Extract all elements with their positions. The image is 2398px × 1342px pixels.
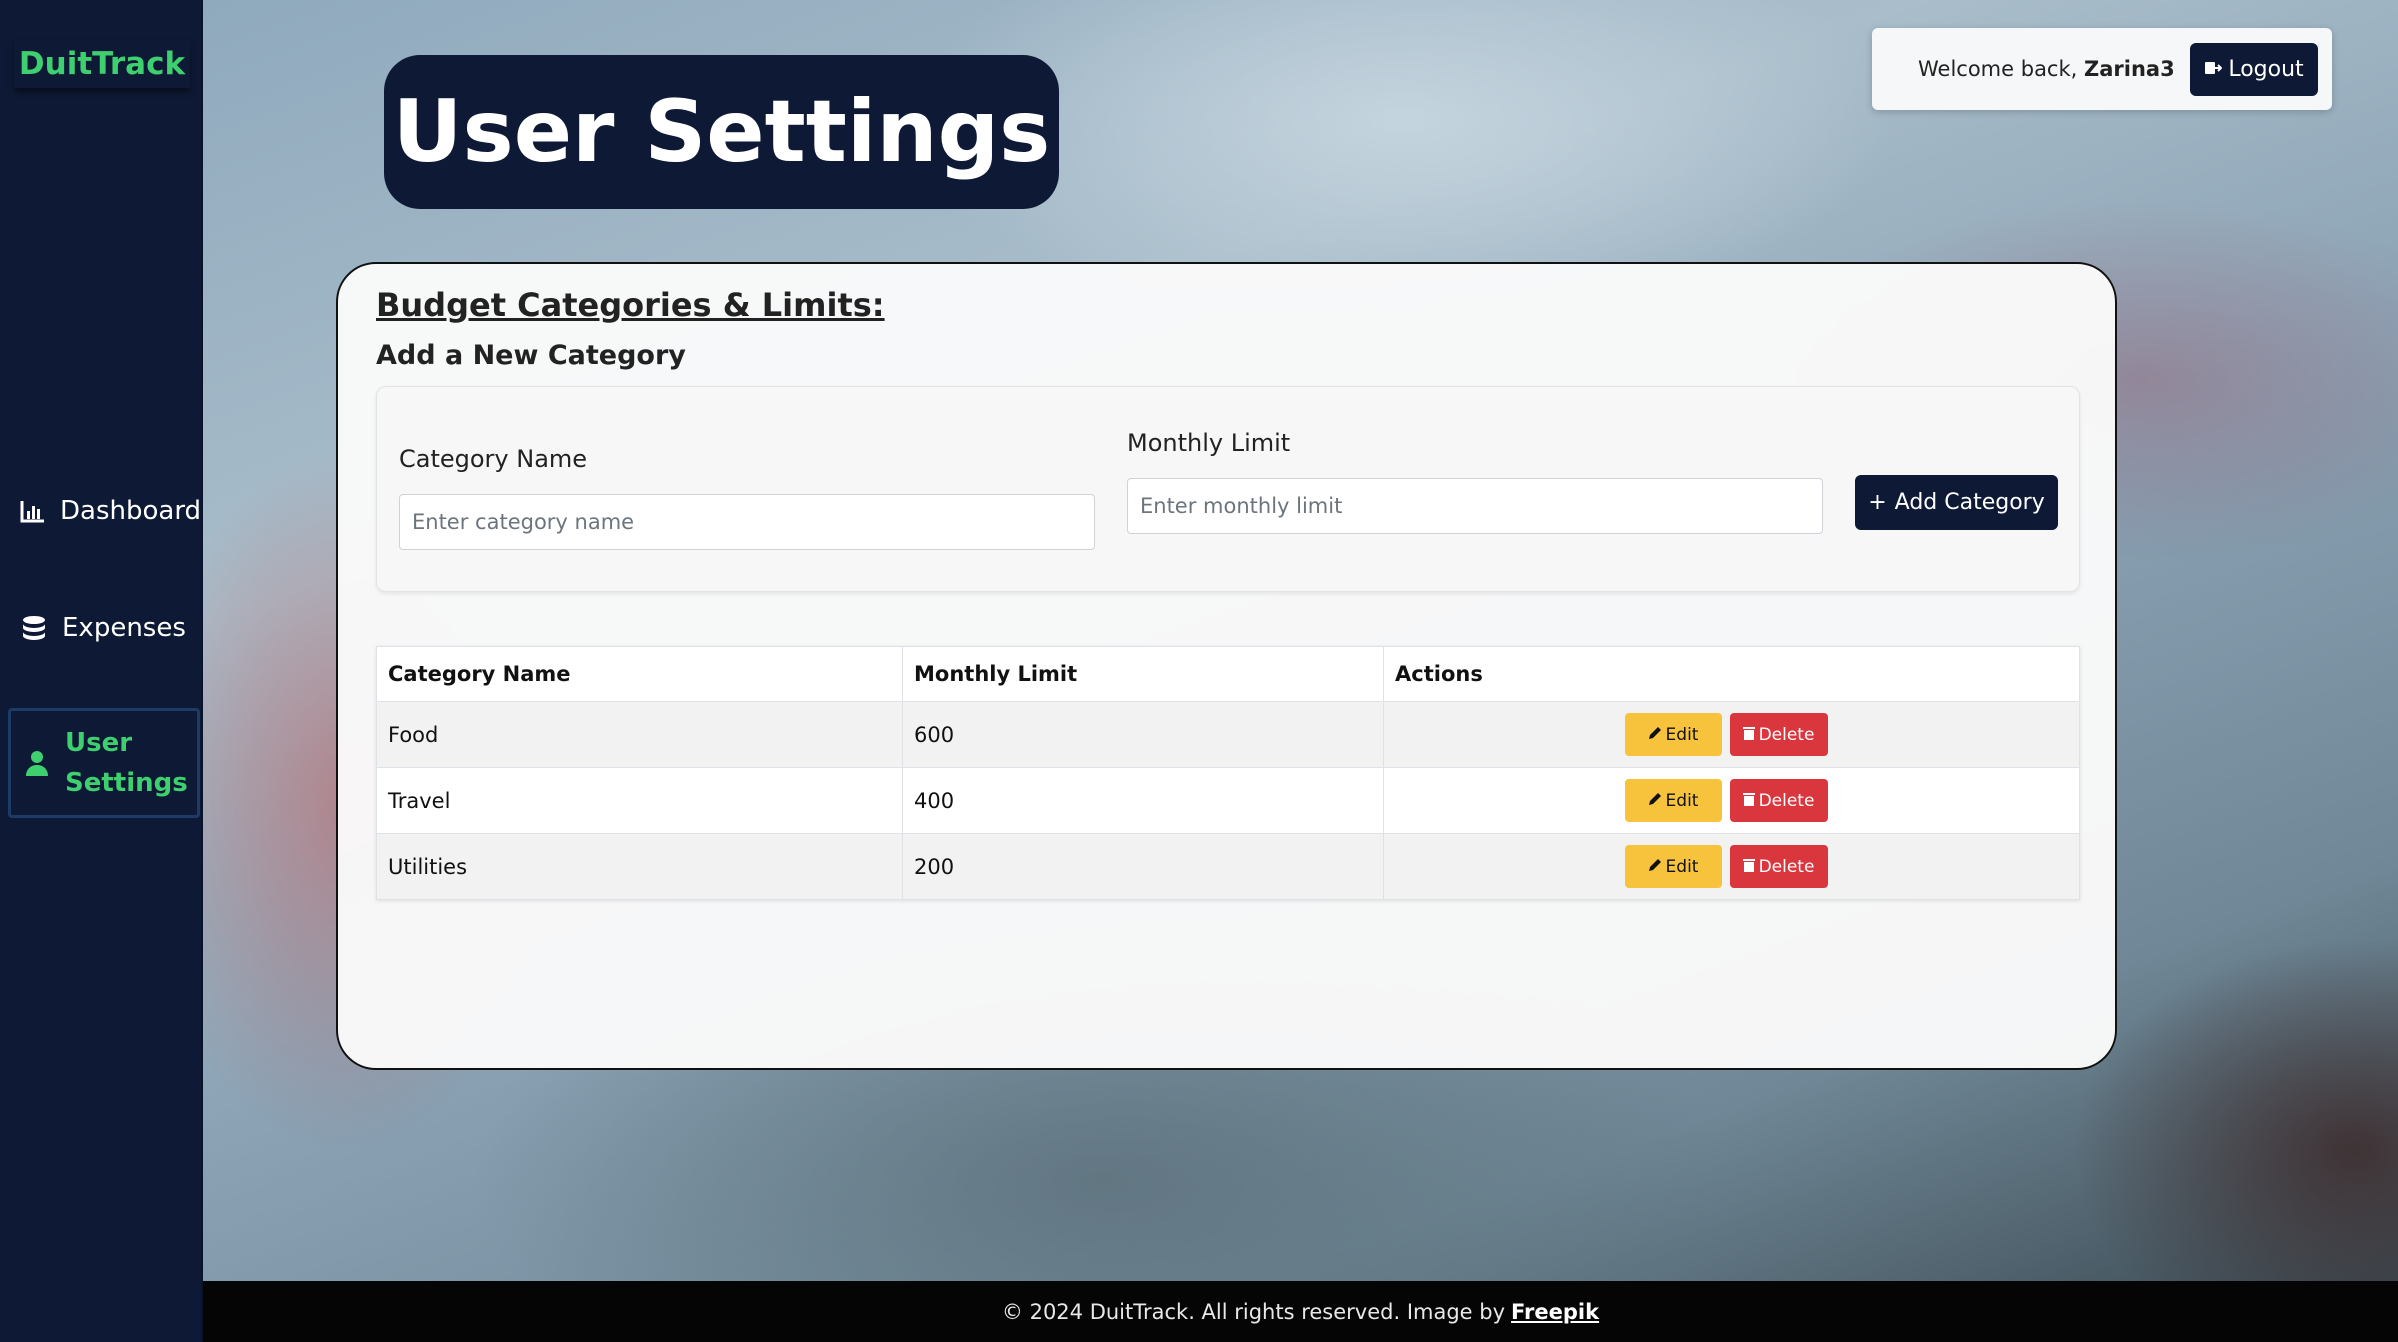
- add-category-subtitle: Add a New Category: [376, 340, 686, 371]
- brand-logo[interactable]: DuitTrack: [14, 40, 190, 88]
- pencil-icon: [1648, 725, 1662, 745]
- sidebar-item-label: Expenses: [62, 613, 186, 643]
- category-name-label: Category Name: [399, 445, 588, 473]
- delete-label: Delete: [1758, 856, 1815, 877]
- edit-label: Edit: [1665, 856, 1699, 877]
- table-row: Utilities 200 Edit Delete: [376, 833, 2080, 900]
- pencil-icon: [1648, 857, 1662, 877]
- actions-cell: Edit Delete: [1383, 767, 2080, 834]
- username: Zarina3: [2084, 57, 2175, 81]
- delete-label: Delete: [1758, 790, 1815, 811]
- edit-button[interactable]: Edit: [1624, 845, 1722, 888]
- table-row: Food 600 Edit Delete: [376, 701, 2080, 768]
- welcome-prefix: Welcome back,: [1918, 57, 2078, 81]
- category-name-input[interactable]: [399, 494, 1095, 550]
- edit-label: Edit: [1665, 790, 1699, 811]
- trash-icon: [1742, 725, 1755, 745]
- delete-label: Delete: [1758, 724, 1815, 745]
- section-title: Budget Categories & Limits:: [376, 286, 885, 324]
- freepik-link[interactable]: Freepik: [1511, 1300, 1599, 1324]
- monthly-limit-input[interactable]: [1127, 478, 1823, 534]
- bar-chart-icon: [20, 497, 46, 525]
- add-category-form: Category Name Monthly Limit + Add Catego…: [376, 386, 2080, 592]
- add-category-button[interactable]: + Add Category: [1855, 475, 2058, 530]
- logout-button[interactable]: Logout: [2190, 43, 2318, 96]
- actions-cell: Edit Delete: [1383, 833, 2080, 900]
- page-title: User Settings: [384, 55, 1059, 209]
- monthly-limit-cell: 200: [902, 833, 1384, 900]
- column-header-category: Category Name: [376, 646, 903, 702]
- sidebar-item-user-settings[interactable]: User Settings: [8, 708, 200, 818]
- edit-button[interactable]: Edit: [1624, 779, 1722, 822]
- column-header-actions: Actions: [1383, 646, 2080, 702]
- category-name-cell: Utilities: [376, 833, 903, 900]
- settings-card: Budget Categories & Limits: Add a New Ca…: [336, 262, 2117, 1070]
- monthly-limit-cell: 400: [902, 767, 1384, 834]
- delete-button[interactable]: Delete: [1729, 845, 1828, 888]
- welcome-box: Welcome back, Zarina3 Logout: [1872, 28, 2332, 110]
- user-icon: [23, 749, 51, 777]
- footer: © 2024 DuitTrack. All rights reserved. I…: [203, 1281, 2398, 1342]
- categories-table: Category Name Monthly Limit Actions Food…: [376, 646, 2080, 900]
- trash-icon: [1742, 791, 1755, 811]
- logout-label: Logout: [2228, 57, 2304, 82]
- plus-icon: +: [1868, 490, 1887, 515]
- sidebar-item-label: Dashboard: [60, 496, 202, 526]
- category-name-cell: Travel: [376, 767, 903, 834]
- welcome-message: Welcome back, Zarina3: [1918, 57, 2175, 81]
- sidebar-item-expenses[interactable]: Expenses: [8, 603, 200, 653]
- table-row: Travel 400 Edit Delete: [376, 767, 2080, 834]
- column-header-limit: Monthly Limit: [902, 646, 1384, 702]
- category-name-cell: Food: [376, 701, 903, 768]
- sidebar-item-label: User Settings: [65, 728, 188, 798]
- table-header-row: Category Name Monthly Limit Actions: [376, 646, 2080, 702]
- logout-icon: [2204, 57, 2223, 82]
- monthly-limit-label: Monthly Limit: [1127, 429, 1291, 457]
- delete-button[interactable]: Delete: [1729, 713, 1828, 756]
- edit-label: Edit: [1665, 724, 1699, 745]
- edit-button[interactable]: Edit: [1624, 713, 1722, 756]
- sidebar-item-dashboard[interactable]: Dashboard: [8, 486, 202, 536]
- sidebar: DuitTrack Dashboard Expenses User Settin…: [0, 0, 203, 1342]
- monthly-limit-cell: 600: [902, 701, 1384, 768]
- delete-button[interactable]: Delete: [1729, 779, 1828, 822]
- footer-text: © 2024 DuitTrack. All rights reserved. I…: [1001, 1299, 1506, 1324]
- trash-icon: [1742, 857, 1755, 877]
- pencil-icon: [1648, 791, 1662, 811]
- add-category-label: Add Category: [1894, 490, 2045, 515]
- actions-cell: Edit Delete: [1383, 701, 2080, 768]
- coins-icon: [20, 614, 48, 642]
